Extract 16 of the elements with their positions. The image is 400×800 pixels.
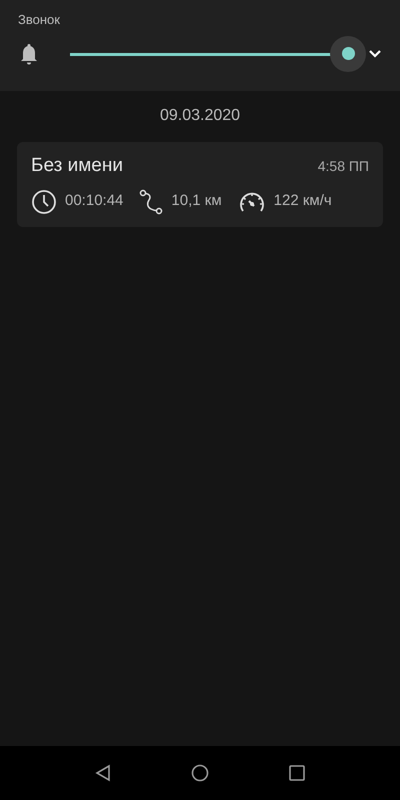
date-header: 09.03.2020 (158, 106, 242, 126)
trip-max-speed: 122 км/ч (274, 191, 332, 212)
trip-title: Без имени (31, 154, 123, 178)
trip-duration: 00:10:44 (65, 191, 124, 212)
trip-card[interactable]: Без имени 4:58 ПП 00:10:44 10,1 км 122 км/ч (17, 142, 383, 226)
home-icon[interactable] (191, 764, 209, 782)
trip-distance: 10,1 км (171, 191, 222, 212)
slider-thumb[interactable] (330, 36, 366, 72)
route-icon (139, 188, 164, 214)
clock-icon (31, 188, 57, 214)
recents-icon[interactable] (289, 765, 305, 781)
back-icon[interactable] (95, 764, 111, 782)
trip-time: 4:58 ПП (318, 156, 369, 176)
volume-label: Звонок (18, 11, 61, 29)
chevron-down-icon[interactable] (368, 48, 382, 58)
volume-slider[interactable] (70, 36, 366, 72)
